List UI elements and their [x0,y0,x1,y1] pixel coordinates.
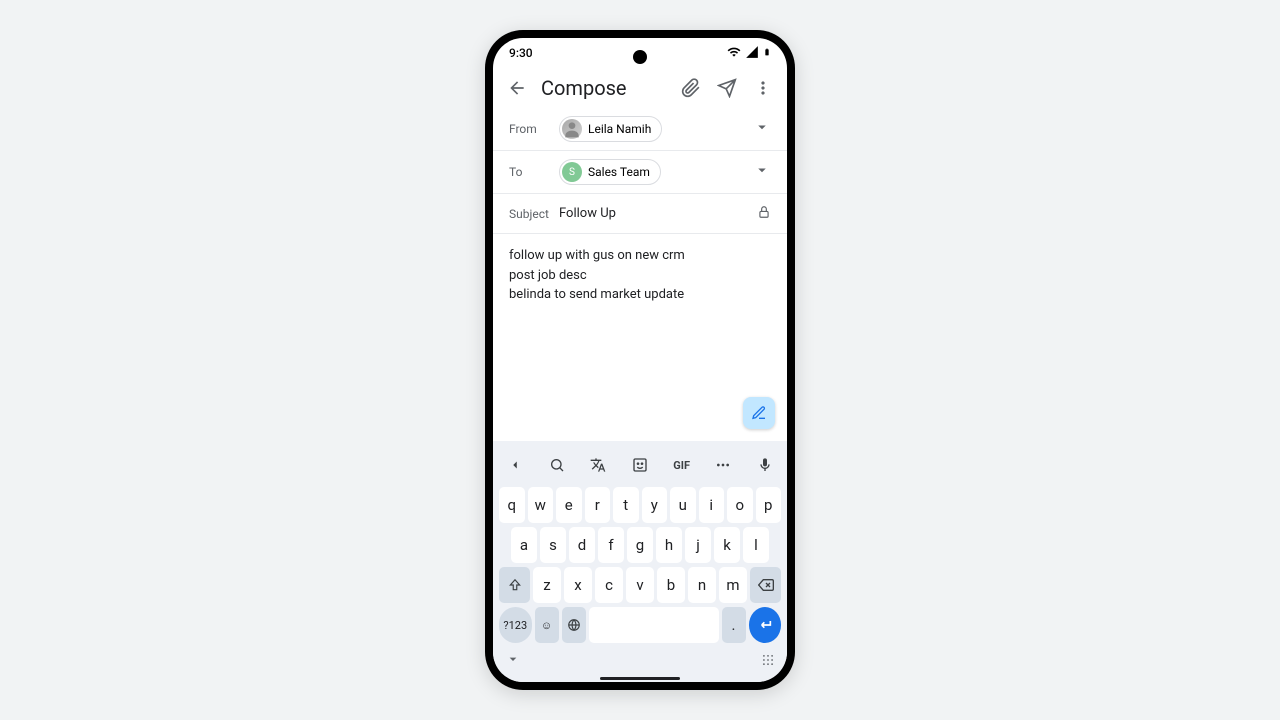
status-time: 9:30 [509,46,533,60]
subject-value: Follow Up [559,206,616,221]
signal-icon [745,45,759,62]
key-k[interactable]: k [714,527,740,563]
key-u[interactable]: u [670,487,696,523]
key-t[interactable]: t [613,487,639,523]
body-line-1: follow up with gus on new crm [509,246,771,266]
key-v[interactable]: v [626,567,654,603]
key-c[interactable]: c [595,567,623,603]
body-line-3: belinda to send market update [509,285,771,305]
kb-row-2: a s d f g h j k l [497,525,783,565]
key-z[interactable]: z [533,567,561,603]
battery-icon [763,45,771,62]
key-enter[interactable] [749,607,782,643]
back-button[interactable] [505,76,529,100]
key-e[interactable]: e [556,487,582,523]
more-button[interactable] [751,76,775,100]
wifi-icon [727,45,741,62]
kb-back-icon[interactable] [501,451,529,479]
key-n[interactable]: n [688,567,716,603]
kb-search-icon[interactable] [543,451,571,479]
key-f[interactable]: f [598,527,624,563]
subject-field[interactable]: Subject Follow Up [493,194,787,234]
key-l[interactable]: l [743,527,769,563]
key-language[interactable] [562,607,586,643]
camera-dot [633,50,647,64]
to-name: Sales Team [588,165,650,179]
key-symbols[interactable]: ?123 [499,607,532,643]
phone-frame: 9:30 Compose From [485,30,795,690]
key-h[interactable]: h [656,527,682,563]
key-a[interactable]: a [511,527,537,563]
key-j[interactable]: j [685,527,711,563]
kb-gif-icon[interactable]: GIF [668,451,696,479]
key-w[interactable]: w [528,487,554,523]
to-label: To [509,165,559,179]
key-space[interactable] [589,607,719,643]
kb-row-4: ?123 ☺ . [497,605,783,645]
kb-bottom-bar [497,645,783,673]
send-button[interactable] [715,76,739,100]
key-q[interactable]: q [499,487,525,523]
key-i[interactable]: i [699,487,725,523]
key-o[interactable]: o [727,487,753,523]
to-field[interactable]: To S Sales Team [493,151,787,194]
to-avatar: S [562,162,582,182]
key-y[interactable]: y [642,487,668,523]
key-x[interactable]: x [564,567,592,603]
kb-sticker-icon[interactable] [626,451,654,479]
key-m[interactable]: m [719,567,747,603]
from-field[interactable]: From Leila Namih [493,108,787,151]
key-period[interactable]: . [722,607,746,643]
key-p[interactable]: p [756,487,782,523]
to-chip[interactable]: S Sales Team [559,159,661,185]
from-avatar [562,119,582,139]
body-line-2: post job desc [509,266,771,286]
email-body[interactable]: follow up with gus on new crm post job d… [493,234,787,441]
app-bar: Compose [493,68,787,108]
key-r[interactable]: r [585,487,611,523]
key-emoji[interactable]: ☺ [535,607,559,643]
kb-mic-icon[interactable] [751,451,779,479]
key-shift[interactable] [499,567,530,603]
status-icons [727,45,771,62]
smart-compose-button[interactable] [743,397,775,429]
key-g[interactable]: g [627,527,653,563]
key-s[interactable]: s [540,527,566,563]
key-b[interactable]: b [657,567,685,603]
kb-translate-icon[interactable] [584,451,612,479]
to-expand-icon[interactable] [753,161,771,183]
from-name: Leila Namih [588,122,651,136]
screen: 9:30 Compose From [493,38,787,682]
subject-label: Subject [509,207,559,221]
app-bar-title: Compose [541,76,667,100]
from-chip[interactable]: Leila Namih [559,116,662,142]
kb-row-1: q w e r t y u i o p [497,485,783,525]
kb-row-3: z x c v b n m [497,565,783,605]
keyboard: GIF q w e r t y u i o p a s d f g [493,441,787,682]
key-d[interactable]: d [569,527,595,563]
attach-button[interactable] [679,76,703,100]
from-label: From [509,122,559,136]
lock-icon[interactable] [757,205,771,223]
kb-collapse-icon[interactable] [505,651,521,671]
keyboard-toolbar: GIF [497,445,783,485]
from-expand-icon[interactable] [753,118,771,140]
key-backspace[interactable] [750,567,781,603]
home-indicator[interactable] [600,677,680,680]
kb-more-icon[interactable] [709,451,737,479]
kb-grid-icon[interactable] [761,652,775,671]
